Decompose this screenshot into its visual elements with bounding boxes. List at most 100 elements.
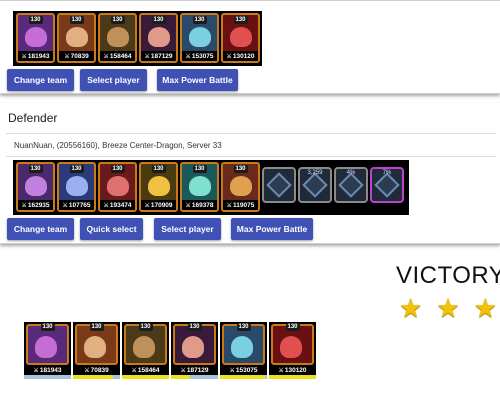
hero-power-value: 187129: [186, 366, 209, 374]
attacker-hero-2[interactable]: 130 ⚔ 70839: [57, 13, 96, 63]
hero-level-badge: 130: [192, 16, 207, 24]
hero-portrait-icon: [182, 336, 204, 358]
result-team: 130 ⚔ 181943 130 ⚔ 70839 130 ⚔ 158464 130 ⚔ 187129 1…: [24, 322, 322, 379]
hero-level-badge: 130: [233, 165, 248, 173]
crossed-swords-icon: ⚔: [226, 202, 233, 209]
hero-power-value: 187129: [150, 52, 173, 60]
hero-power-value: 153075: [235, 366, 258, 374]
hero-level-badge: 130: [285, 323, 300, 331]
attacker-select-player-button[interactable]: Select player: [80, 69, 147, 91]
hero-power: ⚔ 158464: [100, 51, 135, 61]
page: 130 ⚔ 181943 130 ⚔ 70839 130 ⚔ 158464 130 ⚔ 187129 1…: [0, 0, 500, 410]
hero-level-badge: 130: [69, 16, 84, 24]
hero-power: ⚔ 170909: [141, 200, 176, 210]
hero-power: ⚔ 130120: [223, 51, 258, 61]
crossed-swords-icon: ⚔: [226, 53, 232, 60]
crossed-swords-icon: ⚔: [33, 367, 39, 374]
hero-portrait-icon: [25, 176, 47, 196]
attacker-max-power-battle-button[interactable]: Max Power Battle: [157, 69, 238, 91]
victory-text: VICTORY!: [396, 262, 500, 289]
hero-hp-fill: [220, 375, 265, 379]
hero-power-value: 162935: [27, 201, 50, 209]
hero-level-badge: 130: [28, 165, 43, 173]
defender-pet-slot-4[interactable]: 7%: [370, 167, 404, 203]
defender-hero-2[interactable]: 130 ⚔ 107765: [57, 162, 96, 212]
hero-hp-fill: [171, 375, 190, 379]
hero-level-badge: 130: [138, 323, 153, 331]
defender-card: Defender NuanNuan, (20556160), Breeze Ce…: [0, 103, 500, 244]
hero-portrait-icon: [133, 336, 155, 358]
hero-power-value: 181943: [27, 52, 50, 60]
result-hero-5: 130 ⚔ 153075: [220, 322, 267, 379]
result-hero-2: 130 ⚔ 70839: [73, 322, 120, 379]
defender-hero-5[interactable]: 130 ⚔ 169378: [180, 162, 219, 212]
star-icon: ★: [399, 293, 423, 323]
crossed-swords-icon: ⚔: [103, 53, 109, 60]
hero-power: ⚔ 162935: [18, 200, 53, 210]
pet-emblem-icon: [374, 172, 400, 198]
hero-power: ⚔ 181943: [24, 365, 71, 375]
hero-portrait-icon: [148, 27, 170, 47]
hero-power-value: 193474: [109, 201, 132, 209]
attacker-change-team-button[interactable]: Change team: [7, 69, 74, 91]
pet-emblem-icon: [338, 172, 364, 198]
crossed-swords-icon: ⚔: [229, 367, 235, 374]
hero-level-badge: 130: [187, 323, 202, 331]
hero-power: ⚔ 119075: [223, 200, 258, 210]
defender-hero-3[interactable]: 130 ⚔ 193474: [98, 162, 137, 212]
attacker-hero-5[interactable]: 130 ⚔ 153075: [180, 13, 219, 63]
crossed-swords-icon: ⚔: [185, 53, 191, 60]
hero-hp-fill: [122, 375, 169, 379]
defender-player-info: NuanNuan, (20556160), Breeze Center-Drag…: [6, 133, 496, 157]
hero-power-value: 153075: [191, 52, 214, 60]
pet-slot-value: 4%: [346, 170, 356, 176]
hero-level-badge: 130: [192, 165, 207, 173]
hero-level-badge: 130: [236, 323, 251, 331]
crossed-swords-icon: ⚔: [62, 202, 68, 209]
defender-select-player-button[interactable]: Select player: [154, 218, 221, 240]
defender-team[interactable]: 130 ⚔ 162935 130 ⚔ 107765 130 ⚔ 193474 130 ⚔ 170909…: [13, 160, 409, 215]
attacker-team[interactable]: 130 ⚔ 181943 130 ⚔ 70839 130 ⚔ 158464 130 ⚔ 187129 1…: [13, 11, 262, 66]
defender-hero-4[interactable]: 130 ⚔ 170909: [139, 162, 178, 212]
hero-portrait-icon: [84, 336, 106, 358]
hero-portrait-icon: [148, 176, 170, 196]
defender-pet-slot-2[interactable]: 3,259: [298, 167, 332, 203]
result-hero-3: 130 ⚔ 158464: [122, 322, 169, 379]
hero-power: ⚔ 187129: [171, 365, 218, 375]
crossed-swords-icon: ⚔: [64, 53, 70, 60]
defender-quick-select-button[interactable]: Quick select: [80, 218, 143, 240]
hero-power-value: 107765: [68, 201, 91, 209]
defender-hero-6[interactable]: 130 ⚔ 119075: [221, 162, 260, 212]
star-icon: ★: [436, 293, 460, 323]
defender-change-team-button[interactable]: Change team: [7, 218, 74, 240]
hero-power: ⚔ 169378: [182, 200, 217, 210]
result-hero-1: 130 ⚔ 181943: [24, 322, 71, 379]
hero-power-value: 130120: [284, 366, 307, 374]
hero-power: ⚔ 130120: [269, 365, 316, 375]
hero-hp-bar: [24, 375, 71, 379]
hero-power-value: 181943: [39, 366, 62, 374]
hero-power: ⚔ 181943: [18, 51, 53, 61]
attacker-hero-1[interactable]: 130 ⚔ 181943: [16, 13, 55, 63]
pet-emblem-icon: [266, 172, 292, 198]
hero-power-value: 158464: [109, 52, 132, 60]
attacker-hero-4[interactable]: 130 ⚔ 187129: [139, 13, 178, 63]
hero-hp-bar: [171, 375, 218, 379]
attacker-hero-6[interactable]: 130 ⚔ 130120: [221, 13, 260, 63]
defender-hero-1[interactable]: 130 ⚔ 162935: [16, 162, 55, 212]
hero-level-badge: 130: [110, 165, 125, 173]
crossed-swords-icon: ⚔: [103, 202, 109, 209]
hero-portrait-icon: [231, 336, 253, 358]
hero-power: ⚔ 70839: [59, 51, 94, 61]
defender-pet-slot-1[interactable]: [262, 167, 296, 203]
defender-heading: Defender: [8, 111, 58, 125]
pet-slot-value: 3,259: [307, 170, 323, 176]
defender-pet-slot-3[interactable]: 4%: [334, 167, 368, 203]
defender-max-power-battle-button[interactable]: Max Power Battle: [231, 218, 313, 240]
attacker-hero-3[interactable]: 130 ⚔ 158464: [98, 13, 137, 63]
crossed-swords-icon: ⚔: [144, 202, 150, 209]
hero-power: ⚔ 153075: [182, 51, 217, 61]
result-hero-4: 130 ⚔ 187129: [171, 322, 218, 379]
hero-portrait-icon: [230, 27, 252, 47]
hero-power: ⚔ 187129: [141, 51, 176, 61]
